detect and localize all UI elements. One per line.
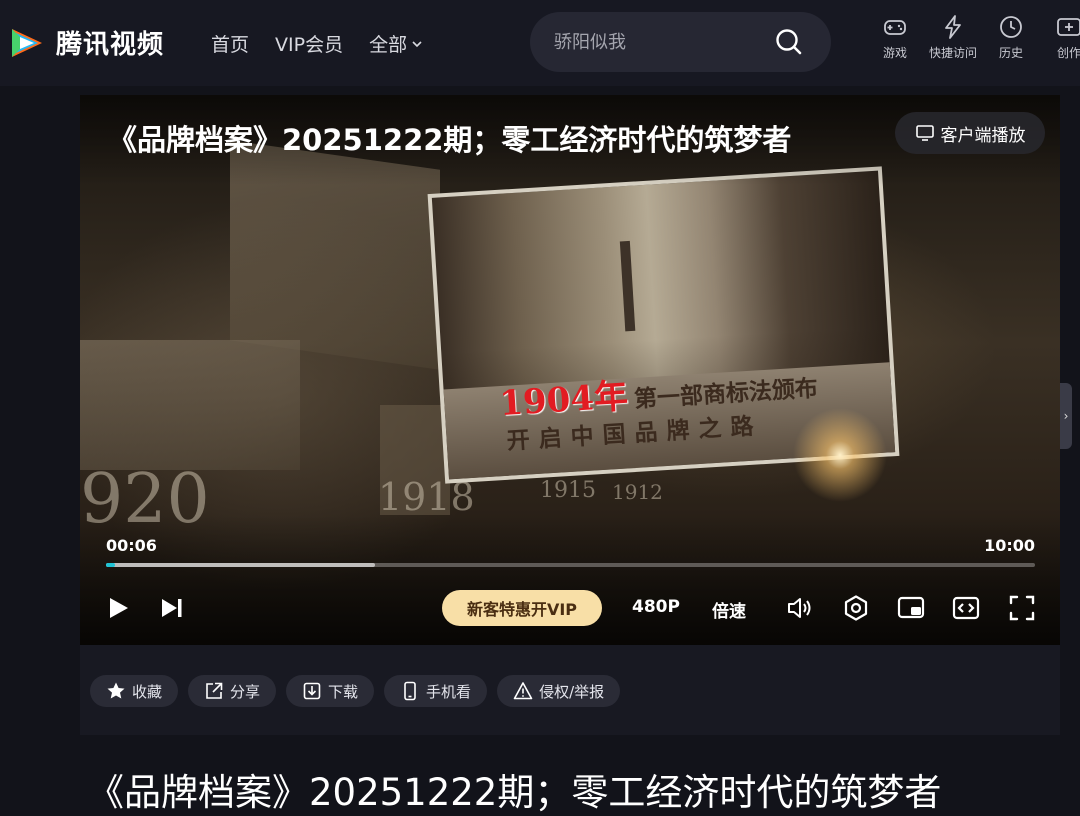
tool-games-label: 游戏 — [882, 46, 907, 60]
report-button[interactable]: 侵权/举报 — [497, 675, 621, 707]
background-poster — [80, 340, 300, 470]
settings-icon — [844, 595, 868, 621]
main-nav: 首页 VIP会员 全部 — [211, 30, 423, 57]
share-button[interactable]: 分享 — [188, 675, 277, 707]
fullscreen-button[interactable] — [1008, 592, 1036, 624]
fullscreen-icon — [1009, 595, 1035, 621]
nav-vip-label: VIP会员 — [275, 34, 344, 56]
share-label: 分享 — [230, 682, 261, 701]
download-button[interactable]: 下载 — [286, 675, 375, 707]
progress-bar[interactable] — [106, 563, 1035, 567]
tool-games[interactable]: 游戏 — [866, 14, 924, 61]
tencent-video-logo-icon — [12, 28, 42, 57]
vip-offer-button[interactable]: 新客特惠开VIP — [442, 590, 602, 626]
total-time: 10:00 — [984, 536, 1035, 555]
search-input[interactable] — [554, 26, 774, 58]
nav-all-label: 全部 — [369, 34, 408, 56]
picture-in-picture-button[interactable] — [897, 592, 925, 624]
side-panel-toggle[interactable]: › — [1060, 383, 1072, 449]
header-tools: 游戏 快捷访问 历史 创作 — [866, 14, 1080, 61]
lightning-icon — [945, 15, 961, 39]
warning-icon — [513, 682, 533, 700]
progress-buffered — [106, 563, 376, 567]
report-label: 侵权/举报 — [539, 682, 605, 701]
action-bar: 收藏 分享 下载 手机看 侵权/举报 — [80, 645, 1060, 735]
nav-all[interactable]: 全部 — [369, 30, 423, 57]
monitor-icon — [915, 125, 934, 141]
search-icon[interactable] — [775, 28, 803, 56]
tool-create[interactable]: 创作 — [1040, 14, 1080, 61]
next-icon — [162, 599, 182, 617]
brand-name: 腾讯视频 — [56, 30, 165, 60]
video-title: 《品牌档案》20251222期；零工经济时代的筑梦者 — [108, 123, 792, 157]
nav-vip[interactable]: VIP会员 — [275, 30, 343, 57]
next-button[interactable] — [158, 592, 186, 624]
mobile-watch-label: 手机看 — [426, 682, 472, 701]
favorite-button[interactable]: 收藏 — [90, 675, 179, 707]
speed-button[interactable]: 倍速 — [712, 597, 746, 622]
light-flare — [780, 405, 900, 505]
code-frame-icon — [952, 596, 980, 620]
download-label: 下载 — [328, 682, 359, 701]
progress-played — [106, 563, 116, 567]
client-play-button[interactable]: 客户端播放 — [895, 112, 1045, 154]
phone-icon — [404, 681, 416, 701]
chevron-down-icon — [412, 40, 422, 47]
web-fullscreen-button[interactable] — [952, 592, 980, 624]
ghost-year: 1912 — [612, 480, 663, 504]
mobile-watch-button[interactable]: 手机看 — [384, 675, 488, 707]
video-player[interactable]: 920 1918 1915 1912 1904年 第一部商标法颁布 开启中国品牌… — [80, 95, 1060, 645]
ghost-year: 1915 — [540, 478, 596, 503]
volume-icon — [788, 598, 811, 618]
top-header: 腾讯视频 首页 VIP会员 全部 游戏 快捷访问 历史 创作 — [0, 0, 1080, 86]
create-icon — [1057, 18, 1080, 36]
star-icon — [107, 682, 125, 699]
gamepad-icon — [884, 20, 906, 35]
download-icon — [303, 682, 321, 700]
play-icon — [110, 598, 128, 618]
volume-button[interactable] — [786, 592, 814, 624]
logo[interactable]: 腾讯视频 — [8, 24, 164, 61]
nav-home-label: 首页 — [211, 34, 250, 56]
share-icon — [206, 682, 223, 699]
tool-history-label: 历史 — [998, 46, 1023, 60]
settings-button[interactable] — [842, 592, 870, 624]
chevron-right-icon: › — [1063, 409, 1069, 423]
tool-quick-access-label: 快捷访问 — [928, 46, 977, 60]
favorite-label: 收藏 — [132, 682, 163, 701]
client-play-label: 客户端播放 — [940, 125, 1026, 146]
action-buttons: 收藏 分享 下载 手机看 侵权/举报 — [90, 675, 621, 707]
tool-history[interactable]: 历史 — [982, 14, 1040, 61]
search-box — [530, 12, 831, 72]
clock-icon — [1000, 16, 1022, 38]
nav-home[interactable]: 首页 — [211, 30, 249, 57]
quality-button[interactable]: 480P — [632, 597, 680, 617]
tool-create-label: 创作 — [1056, 46, 1080, 60]
clock-tower — [619, 240, 636, 332]
page-title: 《品牌档案》20251222期；零工经济时代的筑梦者 — [87, 771, 942, 814]
tool-quick-access[interactable]: 快捷访问 — [924, 14, 982, 61]
picture-in-picture-icon — [897, 596, 925, 619]
current-time: 00:06 — [106, 536, 157, 555]
play-button[interactable] — [104, 592, 132, 624]
